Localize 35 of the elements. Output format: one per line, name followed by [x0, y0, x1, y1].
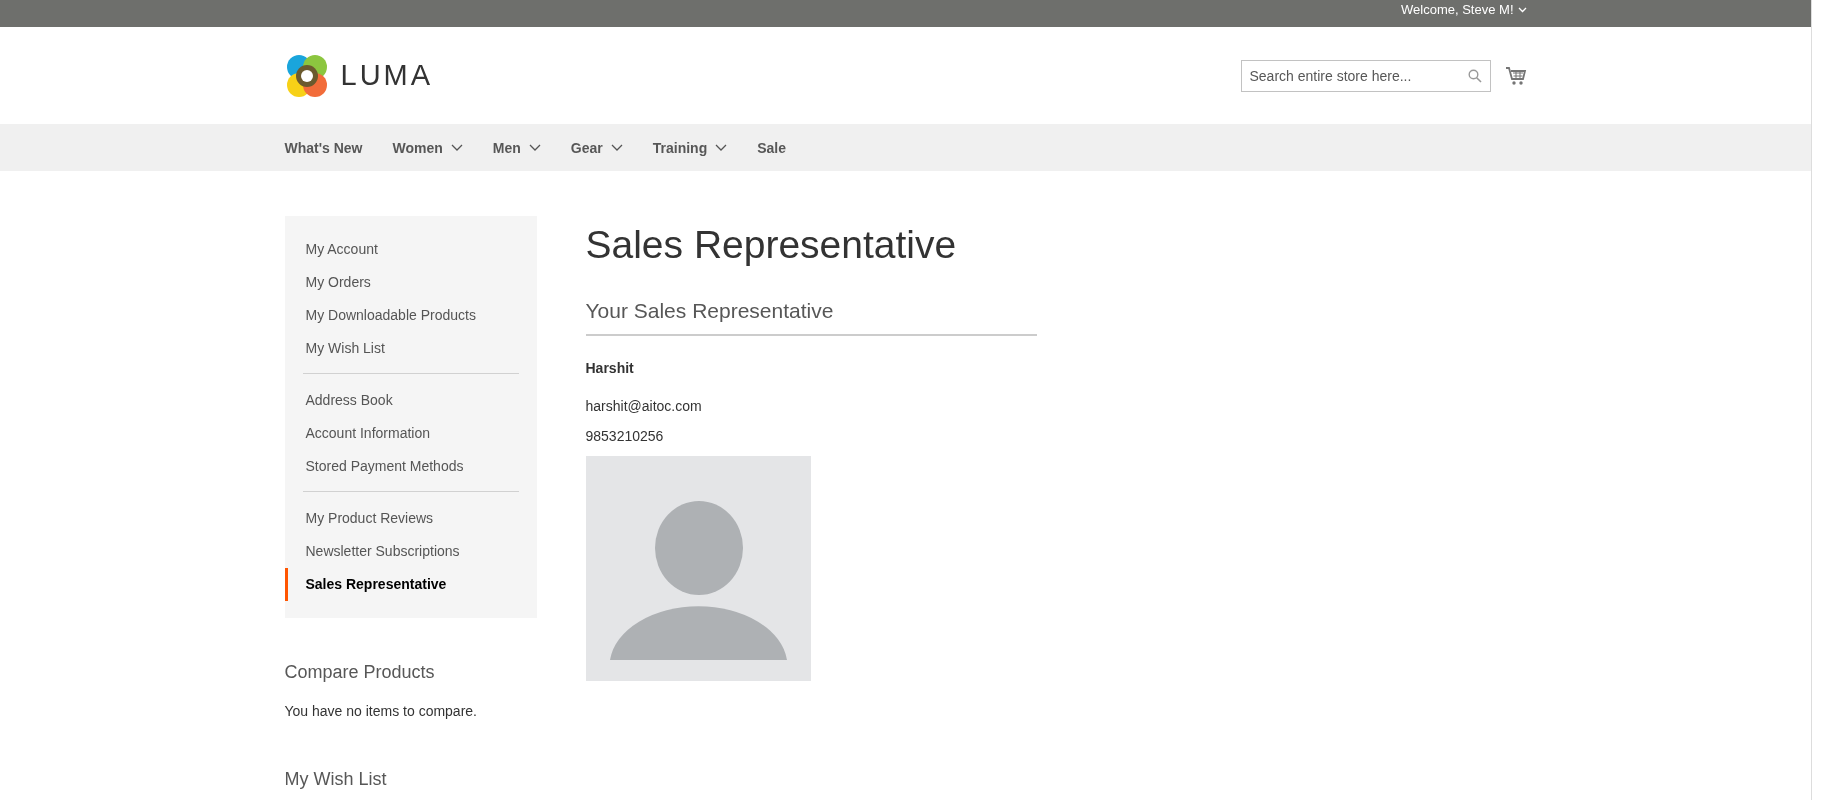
nav-link[interactable]: Sale	[757, 139, 786, 156]
nav-link[interactable]: Gear	[570, 139, 623, 156]
search-field[interactable]: Search entire store here...	[1240, 59, 1491, 92]
account-menu-link[interactable]: Welcome, Steve M!	[1401, 2, 1527, 17]
nav-link[interactable]: Women	[392, 139, 463, 156]
sidebar-item[interactable]: Sales Representative	[284, 568, 537, 601]
rep-name: Harshit	[585, 360, 635, 376]
search-icon[interactable]	[1467, 68, 1482, 83]
chevron-down-icon	[610, 144, 623, 151]
nav-link[interactable]: What's New	[284, 139, 363, 156]
sidebar-item[interactable]: Stored Payment Methods	[284, 450, 537, 483]
compare-empty-text: You have no items to compare.	[284, 703, 478, 719]
chevron-down-icon	[528, 144, 541, 151]
nav-link[interactable]: Training	[652, 139, 728, 156]
rep-phone: 9853210256	[585, 428, 665, 444]
nav-link[interactable]: Men	[492, 139, 541, 156]
sidebar-item[interactable]: My Downloadable Products	[284, 299, 537, 332]
sidebar-item[interactable]: My Wish List	[284, 332, 537, 365]
sidebar-item[interactable]: My Orders	[284, 266, 537, 299]
section-title: Your Sales Representative	[585, 298, 835, 324]
logo-text[interactable]: LUMA	[340, 59, 434, 92]
chevron-down-icon	[450, 144, 463, 151]
cart-icon[interactable]	[1504, 65, 1527, 86]
compare-heading: Compare Products	[284, 662, 436, 683]
sidebar-item[interactable]: My Product Reviews	[284, 502, 537, 535]
sidebar-item[interactable]: My Account	[284, 233, 537, 266]
chevron-down-icon	[715, 144, 728, 151]
chevron-down-icon	[1517, 6, 1527, 13]
wishlist-heading: My Wish List	[284, 769, 388, 790]
sidebar-item[interactable]: Address Book	[284, 384, 537, 417]
sidebar-item[interactable]: Newsletter Subscriptions	[284, 535, 537, 568]
sidebar-item[interactable]: Account Information	[284, 417, 537, 450]
rep-email: harshit@aitoc.com	[585, 398, 703, 414]
logo-icon[interactable]	[284, 52, 329, 99]
page-title: Sales Representative	[585, 222, 958, 268]
